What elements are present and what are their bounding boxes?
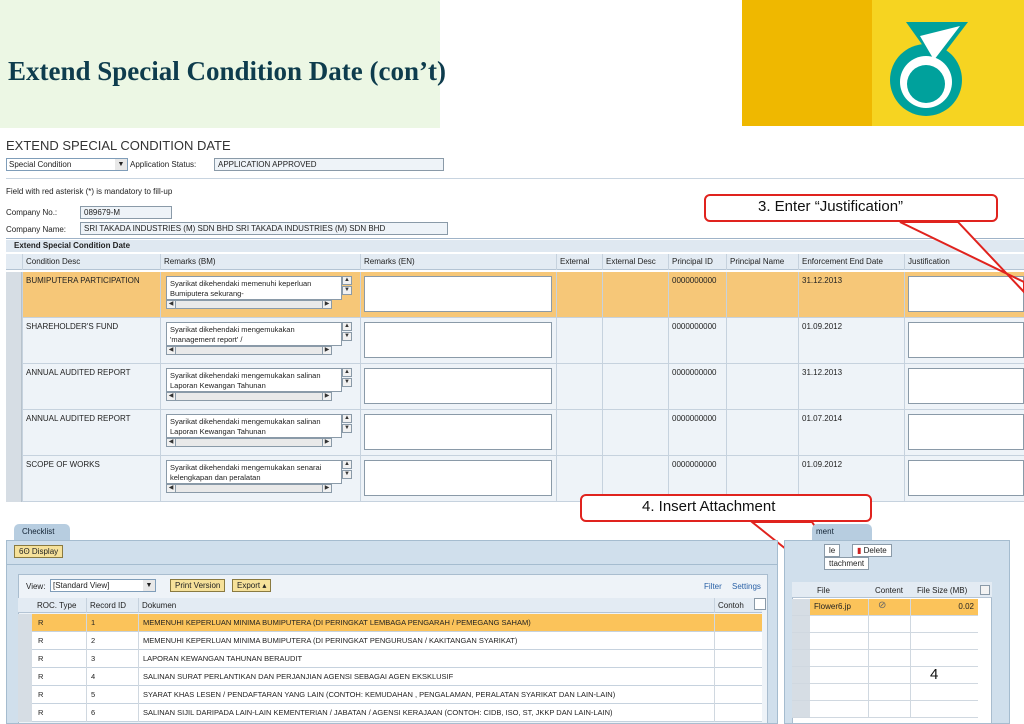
col-roc-type[interactable]: ROC. Type bbox=[34, 598, 86, 613]
tab-attachment[interactable]: ment bbox=[812, 524, 872, 540]
record-id: 3 bbox=[86, 650, 138, 668]
page-number: 4 bbox=[930, 666, 939, 683]
row-selector[interactable] bbox=[792, 650, 810, 666]
roc-type: R bbox=[38, 618, 44, 627]
dokumen: MEMENUHI KEPERLUAN MINIMA BUMIPUTERA (DI… bbox=[138, 614, 714, 632]
row-selector[interactable] bbox=[18, 686, 32, 704]
divider bbox=[6, 564, 778, 565]
file-name[interactable]: Flower6.jp bbox=[814, 602, 851, 611]
settings-link[interactable]: Settings bbox=[732, 582, 761, 591]
divider bbox=[910, 633, 911, 649]
divider bbox=[910, 650, 911, 666]
column-settings-icon[interactable] bbox=[754, 598, 766, 610]
attachment-row[interactable] bbox=[792, 684, 978, 701]
dokumen: LAPORAN KEWANGAN TAHUNAN BERAUDIT bbox=[138, 650, 714, 668]
col-file[interactable]: File bbox=[814, 584, 830, 598]
divider bbox=[868, 667, 869, 683]
row-selector[interactable] bbox=[18, 668, 32, 686]
view-dropdown[interactable]: [Standard View] ▼ bbox=[50, 579, 156, 592]
record-id: 5 bbox=[86, 686, 138, 704]
checklist-row[interactable]: R 1 MEMENUHI KEPERLUAN MINIMA BUMIPUTERA (… bbox=[18, 614, 762, 632]
col-file-size[interactable]: File Size (MB) bbox=[914, 584, 967, 598]
attachment-row[interactable] bbox=[792, 650, 978, 667]
divider bbox=[868, 684, 869, 700]
checklist-row[interactable]: R 3 LAPORAN KEWANGAN TAHUNAN BERAUDIT bbox=[18, 650, 762, 668]
attachment-row[interactable] bbox=[792, 667, 978, 684]
scroll-up-icon[interactable] bbox=[980, 585, 990, 595]
chevron-down-icon[interactable]: ▼ bbox=[143, 580, 155, 591]
row-selector[interactable] bbox=[792, 667, 810, 683]
add-file-button[interactable]: le bbox=[824, 544, 841, 557]
checklist-row[interactable]: R 5 SYARAT KHAS LESEN / PENDAFTARAN YANG L… bbox=[18, 686, 762, 704]
display-button[interactable]: 6ʘ Display bbox=[14, 545, 64, 558]
row-selector[interactable] bbox=[18, 632, 32, 650]
checklist-row[interactable]: R 2 MEMENUHI KEPERLUAN MINIMA BUMIPUTERA (… bbox=[18, 632, 762, 650]
attachment-row[interactable] bbox=[792, 616, 978, 633]
roc-type: R bbox=[38, 672, 44, 681]
contoh-cell bbox=[714, 632, 762, 650]
divider bbox=[868, 701, 869, 717]
dokumen: SYARAT KHAS LESEN / PENDAFTARAN YANG LAI… bbox=[138, 686, 714, 704]
record-id: 2 bbox=[86, 632, 138, 650]
col-dokumen[interactable]: Dokumen bbox=[138, 598, 714, 613]
view-value: [Standard View] bbox=[53, 581, 110, 590]
contoh-cell bbox=[714, 686, 762, 704]
contoh-cell bbox=[714, 704, 762, 722]
divider bbox=[868, 616, 869, 632]
roc-type: R bbox=[38, 636, 44, 645]
row-selector[interactable] bbox=[792, 616, 810, 632]
row-selector[interactable] bbox=[792, 599, 810, 615]
callout-attachment: 4. Insert Attachment bbox=[580, 494, 872, 522]
paperclip-icon[interactable]: ⊘ bbox=[878, 600, 886, 611]
col-record-id[interactable]: Record ID bbox=[86, 598, 138, 613]
col-content[interactable]: Content bbox=[872, 584, 903, 598]
row-selector[interactable] bbox=[792, 633, 810, 649]
export-button[interactable]: Export ▴ bbox=[232, 579, 272, 592]
attachment-row[interactable] bbox=[792, 701, 978, 718]
attachment-row[interactable]: Flower6.jp ⊘ 0.02 bbox=[792, 599, 978, 616]
divider bbox=[910, 701, 911, 717]
checklist-row[interactable]: R 6 SALINAN SIJIL DARIPADA LAIN-LAIN KEMEN… bbox=[18, 704, 762, 722]
filter-link[interactable]: Filter bbox=[704, 582, 722, 591]
dokumen: MEMENUHI KEPERLUAN MINIMA BUMIPUTERA (DI… bbox=[138, 632, 714, 650]
divider bbox=[910, 599, 911, 615]
record-id: 4 bbox=[86, 668, 138, 686]
row-selector[interactable] bbox=[18, 614, 32, 632]
delete-icon: ▮ bbox=[857, 546, 864, 555]
dokumen: SALINAN SURAT PERLANTIKAN DAN PERJANJIAN… bbox=[138, 668, 714, 686]
row-selector[interactable] bbox=[18, 704, 32, 722]
attachment-row[interactable] bbox=[792, 633, 978, 650]
view-label: View: bbox=[26, 582, 46, 591]
divider bbox=[910, 616, 911, 632]
delete-button-label: Delete bbox=[863, 546, 887, 555]
roc-type: R bbox=[38, 654, 44, 663]
divider bbox=[910, 684, 911, 700]
record-id: 1 bbox=[86, 614, 138, 632]
dokumen: SALINAN SIJIL DARIPADA LAIN-LAIN KEMENTE… bbox=[138, 704, 714, 722]
col-contoh[interactable]: Contoh bbox=[714, 598, 750, 613]
row-selector[interactable] bbox=[18, 650, 32, 668]
callout-justification: 3. Enter “Justification” bbox=[704, 194, 998, 222]
checklist-row[interactable]: R 4 SALINAN SURAT PERLANTIKAN DAN PERJANJI… bbox=[18, 668, 762, 686]
roc-type: R bbox=[38, 708, 44, 717]
divider bbox=[868, 599, 869, 615]
roc-type: R bbox=[38, 690, 44, 699]
row-selector[interactable] bbox=[792, 701, 810, 717]
add-attachment-button[interactable]: ttachment bbox=[824, 557, 870, 570]
print-version-button[interactable]: Print Version bbox=[170, 579, 226, 592]
divider bbox=[868, 650, 869, 666]
contoh-cell bbox=[714, 614, 762, 632]
divider bbox=[910, 667, 911, 683]
record-id: 6 bbox=[86, 704, 138, 722]
glasses-icon: 6ʘ bbox=[19, 547, 32, 556]
tab-checklist[interactable]: Checklist bbox=[14, 524, 70, 540]
display-button-label: Display bbox=[31, 547, 59, 556]
row-selector[interactable] bbox=[792, 684, 810, 700]
file-size: 0.02 bbox=[958, 602, 974, 611]
delete-button[interactable]: ▮ Delete bbox=[852, 544, 892, 557]
divider bbox=[868, 633, 869, 649]
contoh-cell bbox=[714, 668, 762, 686]
contoh-cell bbox=[714, 650, 762, 668]
